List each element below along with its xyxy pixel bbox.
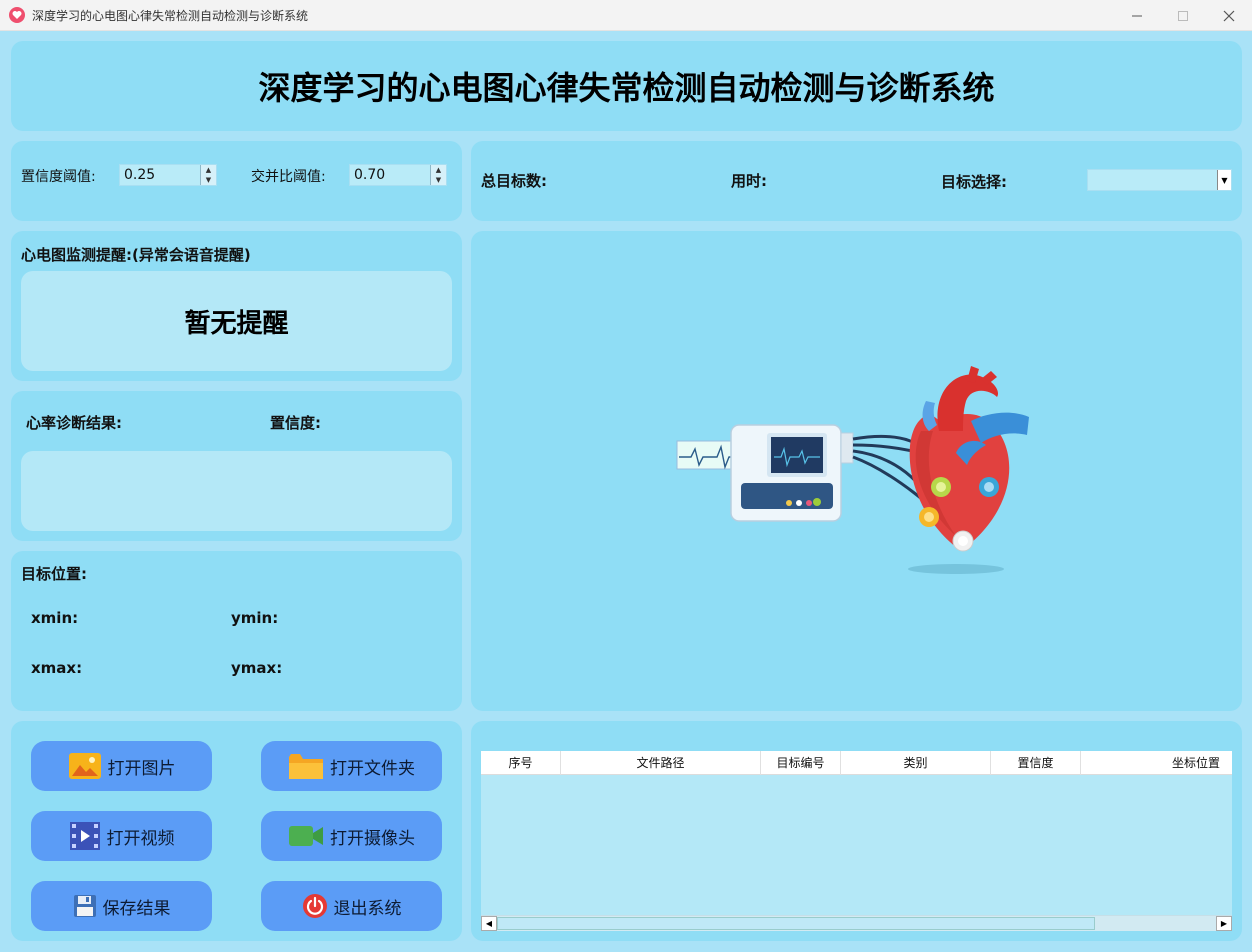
spin-down-icon[interactable]: ▼ [431,175,446,185]
target-select-dropdown[interactable]: ▼ [1087,169,1232,191]
ymin-label: ymin: [231,609,279,627]
scrollbar-thumb[interactable] [497,917,1095,930]
column-header-index[interactable]: 序号 [481,751,561,775]
diagnosis-panel: 心率诊断结果: 置信度: [11,391,462,541]
diagnosis-result-box [21,451,452,531]
window-titlebar: 深度学习的心电图心律失常检测自动检测与诊断系统 [0,0,1252,31]
column-header-path[interactable]: 文件路径 [561,751,761,775]
column-header-target-id[interactable]: 目标编号 [761,751,841,775]
scroll-right-icon[interactable]: ▶ [1216,916,1232,931]
xmin-label: xmin: [31,609,79,627]
spin-up-icon[interactable]: ▲ [431,165,446,175]
chevron-down-icon[interactable]: ▼ [1217,170,1231,190]
iou-threshold-spinbox[interactable]: 0.70 ▲ ▼ [349,164,447,186]
film-icon [69,821,101,851]
open-folder-button[interactable]: 打开文件夹 [261,741,442,791]
camera-icon [288,824,324,848]
iou-threshold-label: 交并比阈值: [251,169,326,185]
iou-spin-buttons[interactable]: ▲ ▼ [430,165,446,185]
position-panel: 目标位置: xmin: ymin: xmax: ymax: [11,551,462,711]
open-camera-button[interactable]: 打开摄像头 [261,811,442,861]
position-title: 目标位置: [21,565,87,583]
diagnosis-result-label: 心率诊断结果: [26,414,122,432]
confidence-threshold-value: 0.25 [124,167,156,183]
image-icon [68,752,102,780]
window-title: 深度学习的心电图心律失常检测自动检测与诊断系统 [32,8,309,23]
ymax-label: ymax: [231,659,283,677]
column-header-class[interactable]: 类别 [841,751,991,775]
params-panel: 置信度阈值: 0.25 ▲ ▼ 交并比阈值: 0.70 ▲ ▼ [11,141,462,221]
ecg-heart-illustration [676,366,1029,574]
page-title: 深度学习的心电图心律失常检测自动检测与诊断系统 [258,69,995,107]
maximize-button[interactable] [1160,0,1206,31]
column-header-coords[interactable]: 坐标位置 [1081,751,1232,775]
confidence-threshold-spinbox[interactable]: 0.25 ▲ ▼ [119,164,217,186]
alert-message: 暂无提醒 [21,271,452,371]
spin-up-icon[interactable]: ▲ [201,165,216,175]
open-camera-label: 打开摄像头 [330,828,415,849]
close-button[interactable] [1206,0,1252,31]
minimize-button[interactable] [1114,0,1160,31]
exit-label: 退出系统 [333,898,402,919]
confidence-threshold-label: 置信度阈值: [21,169,96,185]
target-select-label: 目标选择: [941,173,1007,191]
buttons-panel: 打开图片 打开文件夹 打开视频 打开摄像头 保存结果 退出系统 [11,721,462,941]
floppy-icon [73,894,97,918]
power-icon [302,893,328,919]
horizontal-scrollbar[interactable]: ◀ ▶ [481,915,1232,931]
app-heart-icon [9,7,25,23]
column-header-confidence[interactable]: 置信度 [991,751,1081,775]
diagnosis-confidence-label: 置信度: [270,414,321,432]
total-targets-label: 总目标数: [481,172,547,190]
folder-icon [288,751,324,781]
stats-panel: 总目标数: 用时: 目标选择: ▼ [471,141,1242,221]
exit-button[interactable]: 退出系统 [261,881,442,931]
save-result-button[interactable]: 保存结果 [31,881,212,931]
confidence-spin-buttons[interactable]: ▲ ▼ [200,165,216,185]
open-image-button[interactable]: 打开图片 [31,741,212,791]
open-image-label: 打开图片 [107,758,176,779]
iou-threshold-value: 0.70 [354,167,386,183]
xmax-label: xmax: [31,659,83,677]
alert-panel: 心电图监测提醒:(异常会语音提醒) 暂无提醒 [11,231,462,381]
open-folder-label: 打开文件夹 [330,758,415,779]
table-header: 序号 文件路径 目标编号 类别 置信度 坐标位置 [481,751,1232,775]
display-panel [471,231,1242,711]
elapsed-time-label: 用时: [731,172,767,190]
open-video-label: 打开视频 [106,828,175,849]
alert-title: 心电图监测提醒:(异常会语音提醒) [21,246,251,264]
open-video-button[interactable]: 打开视频 [31,811,212,861]
scroll-left-icon[interactable]: ◀ [481,916,497,931]
header-panel: 深度学习的心电图心律失常检测自动检测与诊断系统 [11,41,1242,131]
save-result-label: 保存结果 [102,898,171,919]
results-table[interactable]: 序号 文件路径 目标编号 类别 置信度 坐标位置 ◀ ▶ [481,751,1232,931]
spin-down-icon[interactable]: ▼ [201,175,216,185]
table-panel: 序号 文件路径 目标编号 类别 置信度 坐标位置 ◀ ▶ [471,721,1242,941]
